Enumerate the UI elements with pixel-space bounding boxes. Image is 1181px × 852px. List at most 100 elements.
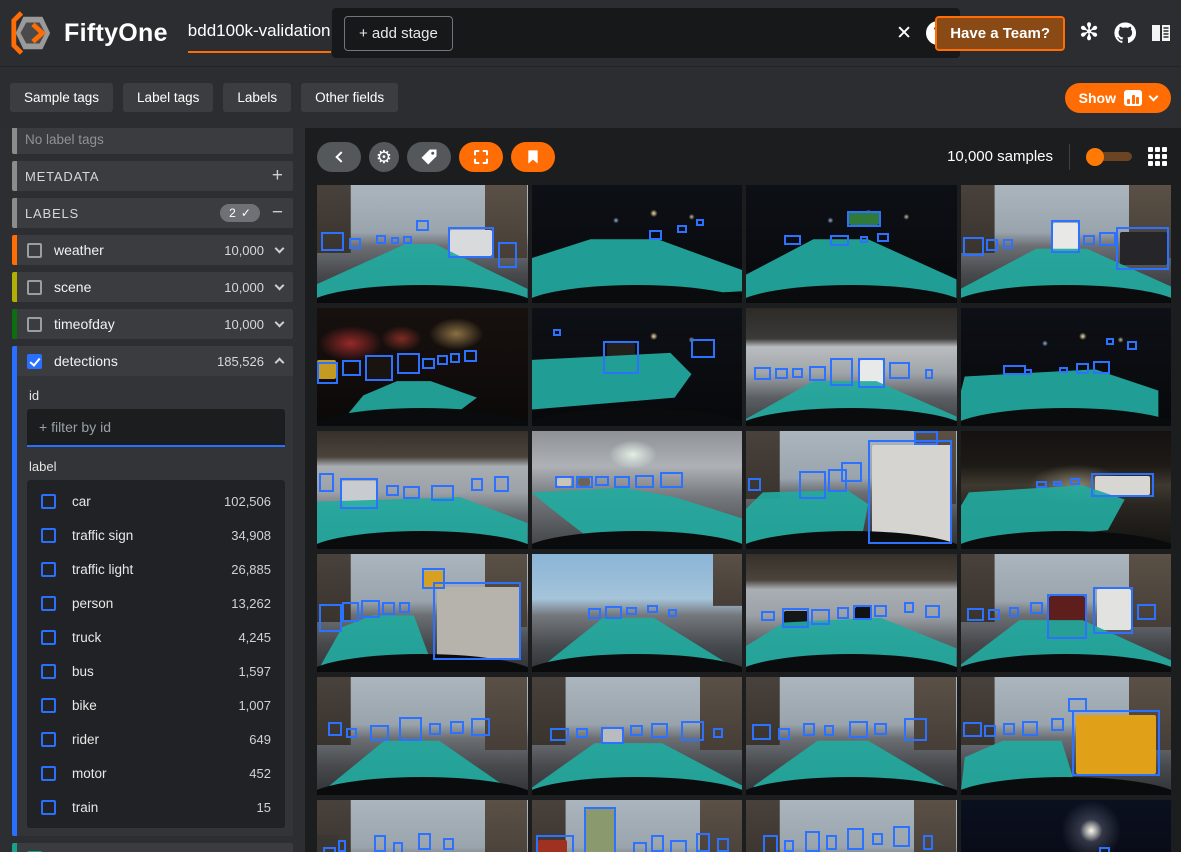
sample-tile[interactable] bbox=[961, 800, 1172, 852]
sample-tile[interactable] bbox=[961, 185, 1172, 303]
detection-bounding-box bbox=[349, 238, 362, 249]
detection-bounding-box bbox=[754, 367, 771, 380]
class-checkbox[interactable] bbox=[41, 562, 56, 577]
label-class-row[interactable]: bike1,007 bbox=[27, 688, 285, 722]
grid-zoom-slider[interactable] bbox=[1086, 148, 1132, 166]
tab-sample-tags[interactable]: Sample tags bbox=[10, 83, 113, 112]
plus-icon[interactable]: + bbox=[272, 165, 283, 187]
scene-checkbox[interactable] bbox=[27, 280, 42, 295]
filter-by-id-input[interactable] bbox=[27, 409, 285, 447]
field-row-detections[interactable]: detections 185,526 bbox=[12, 346, 293, 376]
class-checkbox[interactable] bbox=[41, 630, 56, 645]
show-stats-button[interactable]: Show bbox=[1065, 83, 1171, 113]
tab-labels[interactable]: Labels bbox=[223, 83, 291, 112]
detection-bounding-box bbox=[837, 607, 850, 619]
add-stage-button[interactable]: + add stage bbox=[344, 16, 453, 51]
label-class-row[interactable]: truck4,245 bbox=[27, 620, 285, 654]
class-checkbox[interactable] bbox=[41, 800, 56, 815]
sample-tile[interactable] bbox=[746, 185, 957, 303]
sample-tile[interactable] bbox=[961, 431, 1172, 549]
fiftyone-logo bbox=[10, 11, 52, 55]
detection-bounding-box bbox=[633, 842, 648, 852]
detection-bounding-box bbox=[696, 833, 711, 852]
detection-bounding-box bbox=[433, 582, 521, 660]
select-samples-button[interactable] bbox=[459, 142, 503, 172]
field-row-scene[interactable]: scene 10,000 bbox=[12, 272, 293, 302]
close-icon[interactable]: ✕ bbox=[896, 24, 912, 43]
timeofday-checkbox[interactable] bbox=[27, 317, 42, 332]
sample-tile[interactable] bbox=[532, 431, 743, 549]
chevron-down-icon[interactable] bbox=[275, 244, 285, 254]
sample-tile[interactable] bbox=[317, 185, 528, 303]
label-class-row[interactable]: traffic sign34,908 bbox=[27, 518, 285, 552]
sample-tile[interactable] bbox=[746, 308, 957, 426]
field-row-weather[interactable]: weather 10,000 bbox=[12, 235, 293, 265]
field-row-polylines[interactable]: polylines 93,711 bbox=[12, 843, 293, 852]
sample-tile[interactable] bbox=[532, 800, 743, 852]
labels-section-header[interactable]: LABELS 2✓ − bbox=[12, 198, 293, 228]
detection-bounding-box bbox=[626, 607, 637, 615]
tab-other-fields[interactable]: Other fields bbox=[301, 83, 398, 112]
class-name: train bbox=[72, 800, 257, 815]
chevron-down-icon[interactable] bbox=[275, 318, 285, 328]
detection-bounding-box bbox=[397, 353, 420, 374]
slack-icon[interactable]: ✻ bbox=[1077, 21, 1101, 45]
class-checkbox[interactable] bbox=[41, 732, 56, 747]
docs-icon[interactable] bbox=[1149, 21, 1173, 45]
metadata-section-header[interactable]: METADATA + bbox=[12, 161, 293, 191]
detection-bounding-box bbox=[471, 478, 484, 491]
detection-bounding-box bbox=[811, 609, 830, 624]
sample-tile[interactable] bbox=[532, 185, 743, 303]
sample-tile[interactable] bbox=[961, 308, 1172, 426]
minus-icon[interactable]: − bbox=[272, 202, 283, 224]
sample-tile[interactable] bbox=[317, 431, 528, 549]
label-class-row[interactable]: person13,262 bbox=[27, 586, 285, 620]
dataset-name[interactable]: bdd100k-validation bbox=[188, 21, 331, 45]
sample-tile[interactable] bbox=[532, 308, 743, 426]
sample-tile[interactable] bbox=[746, 554, 957, 672]
detection-bounding-box bbox=[677, 225, 688, 233]
github-icon[interactable] bbox=[1113, 21, 1137, 45]
class-checkbox[interactable] bbox=[41, 596, 56, 611]
sample-tile[interactable] bbox=[317, 554, 528, 672]
field-row-timeofday[interactable]: timeofday 10,000 bbox=[12, 309, 293, 339]
back-button[interactable] bbox=[317, 142, 361, 172]
sample-tile[interactable] bbox=[961, 554, 1172, 672]
class-count: 1,007 bbox=[238, 698, 271, 713]
sample-tile[interactable] bbox=[532, 677, 743, 795]
class-count: 4,245 bbox=[238, 630, 271, 645]
class-checkbox[interactable] bbox=[41, 698, 56, 713]
sample-tile[interactable] bbox=[961, 677, 1172, 795]
label-class-row[interactable]: traffic light26,885 bbox=[27, 552, 285, 586]
have-a-team-button[interactable]: Have a Team? bbox=[935, 16, 1065, 51]
detection-bounding-box bbox=[841, 462, 862, 482]
sample-tile[interactable] bbox=[317, 800, 528, 852]
label-class-row[interactable]: car102,506 bbox=[27, 484, 285, 518]
chevron-down-icon[interactable] bbox=[275, 281, 285, 291]
sample-tile[interactable] bbox=[746, 677, 957, 795]
sample-tile[interactable] bbox=[532, 554, 743, 672]
label-class-row[interactable]: motor452 bbox=[27, 756, 285, 790]
sample-tile[interactable] bbox=[746, 431, 957, 549]
fiftyone-app: FiftyOne bdd100k-validation + add stage … bbox=[0, 0, 1181, 852]
detection-bounding-box bbox=[1070, 478, 1081, 485]
chevron-up-icon[interactable] bbox=[275, 358, 285, 368]
tag-samples-button[interactable] bbox=[407, 142, 451, 172]
weather-checkbox[interactable] bbox=[27, 243, 42, 258]
class-checkbox[interactable] bbox=[41, 766, 56, 781]
class-checkbox[interactable] bbox=[41, 664, 56, 679]
grid-layout-icon[interactable] bbox=[1148, 147, 1167, 166]
label-class-row[interactable]: rider649 bbox=[27, 722, 285, 756]
bookmark-button[interactable] bbox=[511, 142, 555, 172]
class-checkbox[interactable] bbox=[41, 528, 56, 543]
detection-bounding-box bbox=[319, 604, 342, 632]
label-class-row[interactable]: train15 bbox=[27, 790, 285, 824]
sample-tile[interactable] bbox=[317, 677, 528, 795]
detections-checkbox[interactable] bbox=[27, 354, 42, 369]
class-checkbox[interactable] bbox=[41, 494, 56, 509]
tab-label-tags[interactable]: Label tags bbox=[123, 83, 213, 112]
sample-tile[interactable] bbox=[317, 308, 528, 426]
sample-tile[interactable] bbox=[746, 800, 957, 852]
settings-button[interactable]: ⚙ bbox=[369, 142, 399, 172]
label-class-row[interactable]: bus1,597 bbox=[27, 654, 285, 688]
